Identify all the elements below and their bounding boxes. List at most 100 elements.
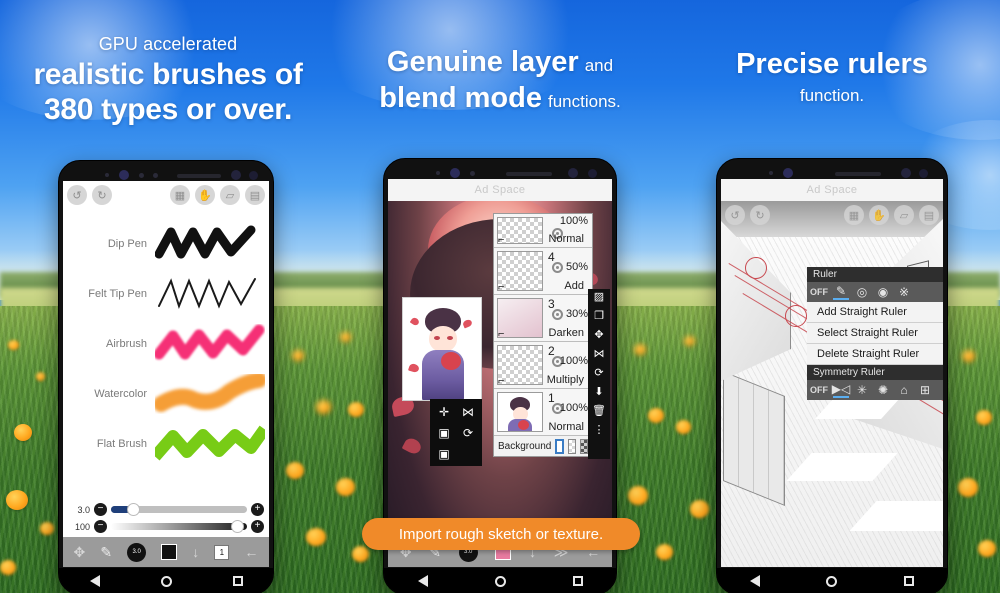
nav-back-icon[interactable] [89, 575, 100, 587]
nav-home-icon[interactable] [160, 575, 172, 587]
brush-row[interactable]: Felt Tip Pen [63, 269, 269, 319]
background-swatch-transparent[interactable] [568, 438, 577, 454]
increase-opacity-button[interactable]: + [251, 520, 264, 533]
straight-ruler-icon[interactable]: ✎ [833, 284, 849, 300]
brush-label: Watercolor [94, 388, 147, 400]
brush-row[interactable]: Watercolor [63, 369, 269, 419]
menu-item-select-straight-ruler[interactable]: Select Straight Ruler [807, 323, 943, 344]
redo-icon[interactable]: ↻ [92, 185, 112, 205]
menu-item-delete-straight-ruler[interactable]: Delete Straight Ruler [807, 344, 943, 365]
heading-light: function. [799, 86, 865, 105]
flower [978, 540, 996, 557]
decrease-opacity-button[interactable]: − [94, 520, 107, 533]
ruler-menu-title: Ruler [807, 267, 943, 282]
perspective-2pt-icon[interactable]: ⊞ [917, 382, 933, 398]
layers-icon[interactable]: ▤ [919, 205, 939, 225]
rotate-layer-icon[interactable]: ⟳ [457, 423, 479, 442]
nav-recents-icon[interactable] [232, 576, 243, 586]
kaleidoscope-icon[interactable]: ✳ [854, 382, 870, 398]
heading-line-2: 380 types or over. [43, 93, 293, 126]
background-row[interactable]: Background [494, 436, 592, 456]
slider-opacity-track[interactable] [111, 520, 247, 533]
eraser-icon[interactable]: ▱ [220, 185, 240, 205]
brush-row[interactable]: Flat Brush [63, 419, 269, 469]
menu-item-add-straight-ruler[interactable]: Add Straight Ruler [807, 302, 943, 323]
top-toolbar: ↺ ↻ ▦ ✋ ▱ ▤ [63, 181, 269, 209]
decrease-size-button[interactable]: − [94, 503, 107, 516]
layer-count-icon[interactable]: 1 [214, 544, 230, 560]
background-swatch-dark[interactable] [580, 438, 588, 454]
more-options-icon[interactable]: ⋮ [594, 425, 605, 436]
checker-icon[interactable]: ▨ [594, 292, 604, 303]
slider-size-knob[interactable] [127, 503, 141, 516]
palette-icon[interactable]: ▦ [844, 205, 864, 225]
nav-home-icon[interactable] [494, 575, 506, 587]
download-icon[interactable]: ↓ [192, 544, 199, 560]
symmetry-off-toggle[interactable]: OFF [810, 385, 828, 395]
layer-row[interactable]: 3 30% Darken ⌐ [494, 295, 592, 342]
color-swatch-icon[interactable] [161, 544, 178, 560]
brush-label: Felt Tip Pen [88, 288, 147, 300]
undo-icon[interactable]: ↺ [67, 185, 87, 205]
redo-icon[interactable]: ↻ [750, 205, 770, 225]
brush-list: Dip Pen Felt Tip Pen Airbrush Watercolor… [63, 209, 269, 469]
ruler-handle[interactable] [785, 305, 807, 327]
slider-opacity-knob[interactable] [230, 520, 244, 533]
flip-horizontal-icon[interactable]: ⋈ [594, 349, 605, 360]
nav-recents-icon[interactable] [572, 576, 583, 586]
brush-label: Airbrush [106, 338, 147, 350]
undo-icon[interactable]: ↺ [725, 205, 745, 225]
brush-row[interactable]: Airbrush [63, 319, 269, 369]
layer-opacity: 50% [565, 261, 588, 273]
ellipse-ruler-icon[interactable]: ◉ [875, 284, 891, 300]
ruler-off-toggle[interactable]: OFF [810, 287, 828, 297]
perspective-1pt-icon[interactable]: ⌂ [896, 382, 912, 398]
nav-back-icon[interactable] [750, 575, 761, 587]
delete-layer-icon[interactable]: 🗑 [592, 406, 606, 417]
move-icon[interactable]: ✥ [594, 330, 603, 341]
layers-icon[interactable]: ▤ [245, 185, 265, 205]
nav-home-icon[interactable] [826, 575, 838, 587]
background-swatch-white[interactable] [555, 438, 565, 454]
radial-ruler-icon[interactable]: ※ [896, 284, 912, 300]
layer-thumbnail[interactable] [497, 392, 543, 432]
duplicate-layer-icon[interactable]: ❐ [594, 311, 604, 322]
background-label: Background [498, 440, 552, 452]
merge-down-icon[interactable]: ⬇ [594, 387, 603, 398]
radial-symmetry-icon[interactable]: ✺ [875, 382, 891, 398]
brush-size-icon[interactable]: 3.0 [127, 542, 147, 562]
panel-1-heading: GPU accelerated realistic brushes of 380… [10, 34, 326, 127]
camera-icon[interactable]: ▣ [433, 444, 455, 463]
hand-icon[interactable]: ✋ [869, 205, 889, 225]
eraser-icon[interactable]: ▱ [894, 205, 914, 225]
nav-recents-icon[interactable] [903, 576, 914, 586]
nav-back-icon[interactable] [417, 575, 428, 587]
transform-icon[interactable]: ✥ [74, 544, 86, 561]
flip-layer-icon[interactable]: ⋈ [457, 402, 479, 421]
brush-row[interactable]: Dip Pen [63, 219, 269, 269]
add-layer-icon[interactable]: ✛ [433, 402, 455, 421]
ruler-handle[interactable] [745, 257, 767, 279]
android-navbar [384, 568, 616, 593]
add-layer-popup-menu: ✛ ⋈ ▣ ⟳ ▣ [430, 399, 482, 466]
mirror-symmetry-icon[interactable]: ▶◁ [832, 382, 850, 398]
hand-icon[interactable]: ✋ [195, 185, 215, 205]
layer-row[interactable]: 4 50% Add ⌐ [494, 248, 592, 295]
increase-size-button[interactable]: + [251, 503, 264, 516]
brush-icon[interactable]: ✎ [100, 544, 112, 561]
back-icon[interactable]: ← [244, 544, 258, 560]
palette-icon[interactable]: ▦ [170, 185, 190, 205]
layer-row[interactable]: 1 100% Normal [494, 389, 592, 436]
layer-row[interactable]: 100% Normal ⌐ [494, 214, 592, 248]
layer-visibility-icon[interactable] [552, 262, 563, 273]
panel-2-heading: Genuine layer and blend mode functions. [342, 46, 658, 115]
slider-size[interactable]: 3.0 − + [68, 501, 264, 518]
rotate-icon[interactable]: ⟳ [594, 368, 603, 379]
slider-opacity[interactable]: 100 − + [68, 518, 264, 535]
flower [684, 336, 695, 346]
add-image-icon[interactable]: ▣ [433, 423, 455, 442]
slider-size-track[interactable] [111, 503, 247, 516]
layer-row[interactable]: 2 100% Multiply ⌐ [494, 342, 592, 389]
layer-visibility-icon[interactable] [552, 309, 563, 320]
circle-ruler-icon[interactable]: ◎ [854, 284, 870, 300]
